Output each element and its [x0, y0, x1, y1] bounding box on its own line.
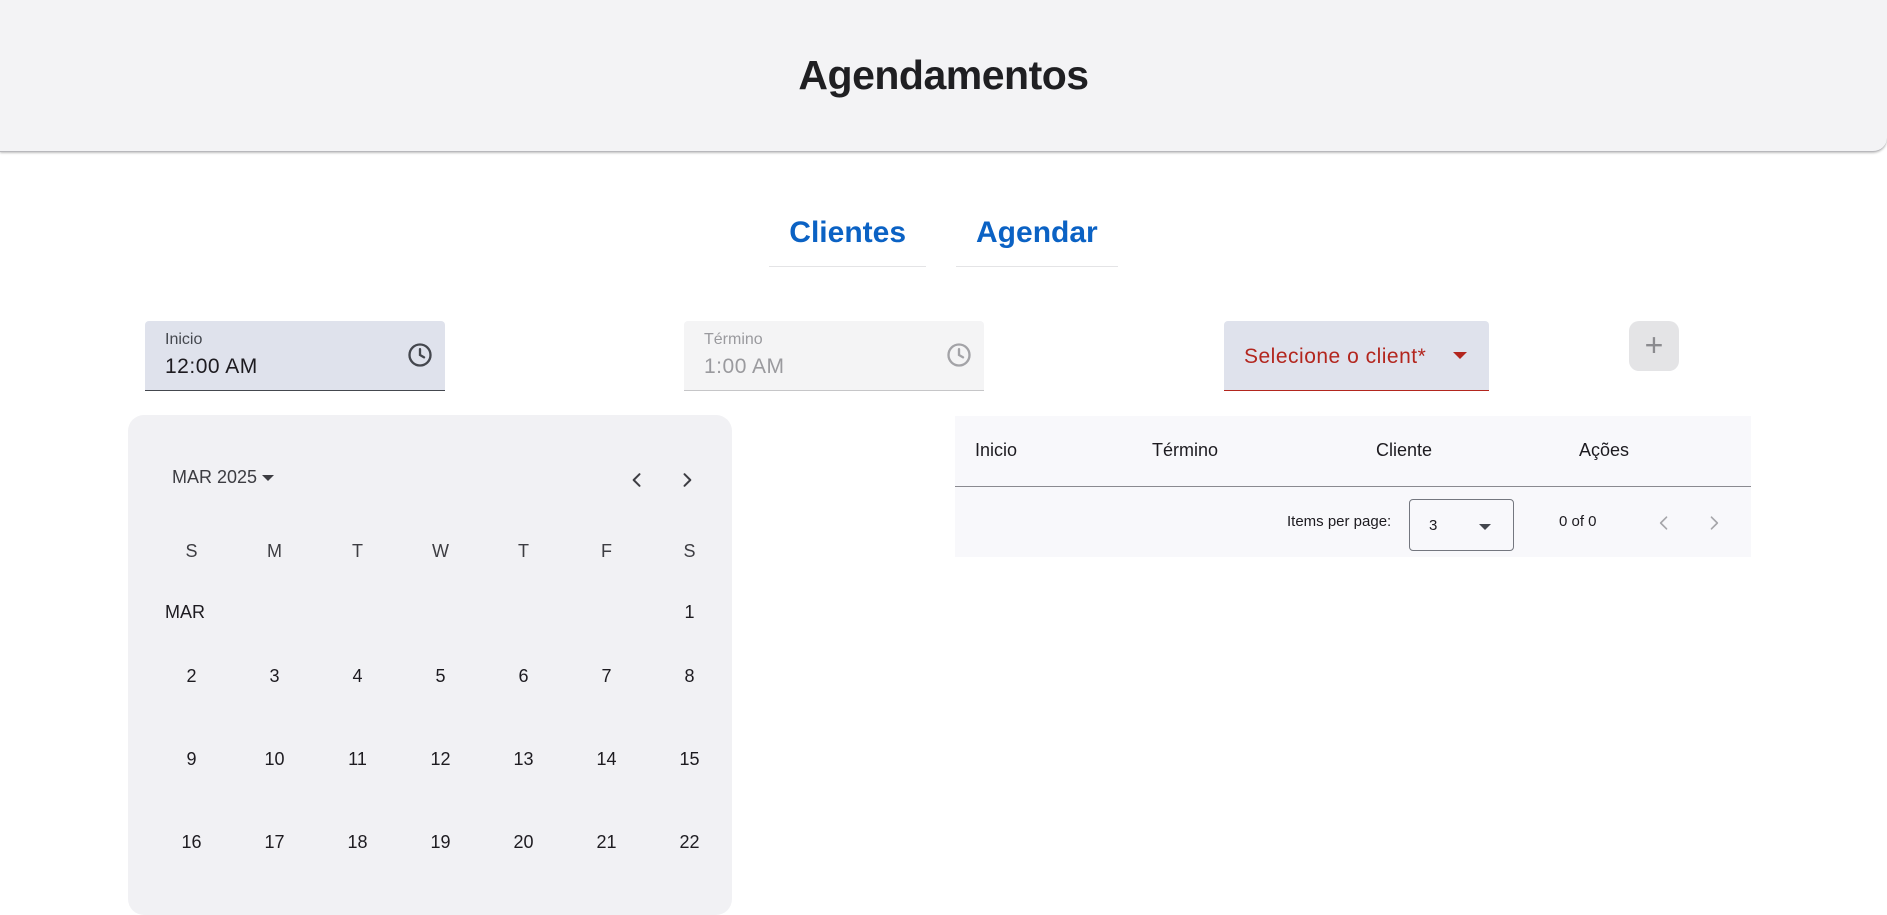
start-time-label: Inicio: [165, 331, 203, 348]
calendar-day[interactable]: 17: [233, 832, 316, 853]
end-time-field: Término 1:00 AM: [684, 321, 984, 391]
add-button[interactable]: +: [1629, 321, 1679, 371]
calendar-day[interactable]: 14: [565, 749, 648, 770]
calendar-day[interactable]: 16: [150, 832, 233, 853]
column-header-acoes: Ações: [1579, 440, 1630, 460]
calendar: MAR 2025 S M T W T F S MAR 1 2 3 4 5 6 7…: [128, 415, 732, 915]
paginator: Items per page: 3 0 of 0: [955, 488, 1751, 557]
calendar-day[interactable]: 18: [316, 832, 399, 853]
calendar-grid: S M T W T F S MAR 1 2 3 4 5 6 7 8 9 10 1…: [150, 533, 730, 884]
calendar-day[interactable]: 5: [399, 666, 482, 687]
tab-clientes[interactable]: Clientes: [769, 206, 927, 267]
chevron-down-icon: [1453, 352, 1467, 359]
calendar-day[interactable]: 9: [150, 749, 233, 770]
column-header-cliente: Cliente: [1376, 440, 1433, 460]
calendar-day[interactable]: 15: [648, 749, 731, 770]
clock-icon[interactable]: [406, 341, 434, 369]
calendar-day[interactable]: 19: [399, 832, 482, 853]
chevron-right-icon: [1710, 516, 1719, 530]
calendar-day[interactable]: 10: [233, 749, 316, 770]
items-per-page-select[interactable]: 3: [1409, 499, 1514, 551]
weekday-label: F: [601, 540, 612, 561]
end-time-value: 1:00 AM: [704, 355, 785, 378]
tab-agendar[interactable]: Agendar: [956, 206, 1118, 267]
chevron-left-icon: [632, 473, 641, 487]
nav-tabs: Clientes Agendar: [0, 206, 1887, 267]
calendar-week: 9 10 11 12 13 14 15: [150, 718, 730, 801]
client-select-placeholder: Selecione o client*: [1244, 345, 1427, 368]
items-per-page-label: Items per page:: [1287, 513, 1392, 530]
calendar-week: MAR 1: [150, 569, 730, 635]
previous-page-button[interactable]: [1649, 508, 1679, 538]
page-title: Agendamentos: [798, 52, 1089, 98]
weekday-label: M: [267, 540, 282, 561]
calendar-period-button[interactable]: MAR 2025: [172, 467, 275, 488]
appointments-table: Inicio Término Cliente Ações Items per p…: [955, 416, 1751, 557]
calendar-day[interactable]: 6: [482, 666, 565, 687]
items-per-page-value: 3: [1429, 517, 1438, 534]
calendar-prev-button[interactable]: [622, 465, 652, 495]
calendar-week: 2 3 4 5 6 7 8: [150, 635, 730, 718]
end-time-label: Término: [704, 331, 763, 348]
calendar-day[interactable]: 21: [565, 832, 648, 853]
calendar-day[interactable]: 7: [565, 666, 648, 687]
page-range-label: 0 of 0: [1559, 513, 1597, 530]
weekday-label: S: [185, 540, 198, 561]
table-header-row: Inicio Término Cliente Ações: [955, 416, 1751, 487]
chevron-right-icon: [683, 473, 692, 487]
calendar-day[interactable]: 4: [316, 666, 399, 687]
caret-down-icon: [262, 474, 275, 481]
calendar-day[interactable]: 8: [648, 666, 731, 687]
app-header: Agendamentos: [0, 0, 1887, 152]
column-header-termino: Término: [1152, 440, 1219, 460]
calendar-day[interactable]: 20: [482, 832, 565, 853]
weekday-row: S M T W T F S: [150, 533, 730, 569]
calendar-week: 16 17 18 19 20 21 22: [150, 801, 730, 884]
calendar-day[interactable]: 12: [399, 749, 482, 770]
client-select[interactable]: Selecione o client*: [1224, 321, 1489, 391]
clock-icon: [945, 341, 973, 369]
calendar-day[interactable]: 3: [233, 666, 316, 687]
column-header-inicio: Inicio: [975, 440, 1018, 460]
chevron-down-icon: [1479, 524, 1491, 530]
calendar-day[interactable]: 22: [648, 832, 731, 853]
weekday-label: T: [518, 540, 529, 561]
calendar-day[interactable]: 2: [150, 666, 233, 687]
calendar-day[interactable]: 1: [648, 602, 731, 623]
calendar-day[interactable]: 11: [316, 749, 399, 770]
calendar-next-button[interactable]: [672, 465, 702, 495]
next-page-button[interactable]: [1699, 508, 1729, 538]
start-time-value: 12:00 AM: [165, 355, 258, 378]
start-time-field[interactable]: Inicio 12:00 AM: [145, 321, 445, 391]
calendar-day[interactable]: 13: [482, 749, 565, 770]
chevron-left-icon: [1659, 516, 1668, 530]
calendar-month-label: MAR: [165, 601, 205, 622]
weekday-label: T: [352, 540, 363, 561]
weekday-label: W: [432, 540, 449, 561]
calendar-period-label: MAR 2025: [172, 467, 258, 487]
weekday-label: S: [683, 540, 696, 561]
